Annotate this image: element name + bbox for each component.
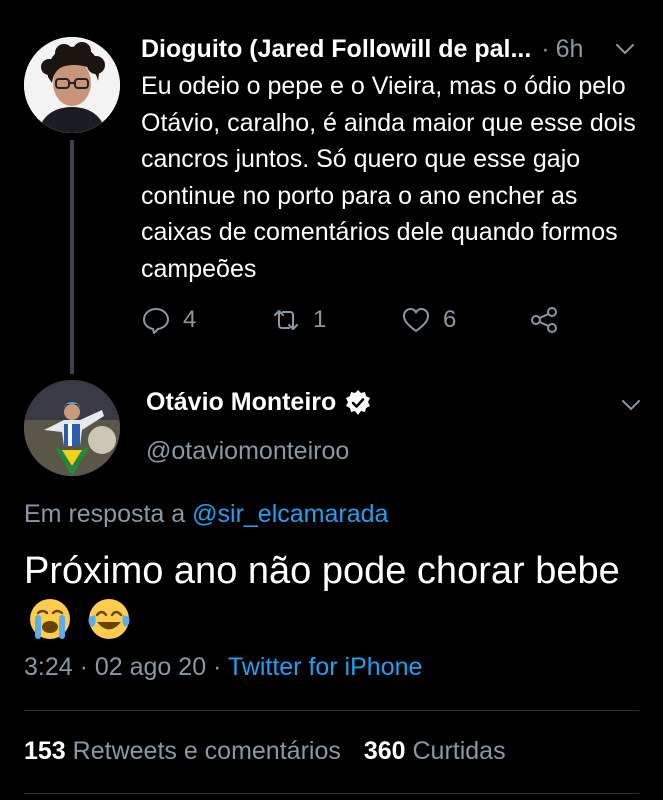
share-button[interactable]: [529, 302, 559, 338]
retweet-icon: [274, 310, 298, 330]
parent-display-name[interactable]: Dioguito (Jared Followill de pal...: [141, 35, 531, 64]
main-tweet-text: Próximo ano não pode chorar bebe: [24, 545, 624, 649]
verified-badge-icon: [344, 389, 372, 417]
tweet-time[interactable]: 3:24 · 02 ago 20 ·: [24, 653, 221, 681]
tweet-meta: 3:24 · 02 ago 20 · Twitter for iPhone: [24, 653, 422, 682]
likes-stat[interactable]: 360 Curtidas: [364, 737, 506, 765]
tweet-stats: 153 Retweets e comentários 360 Curtidas: [24, 737, 506, 766]
retweet-count: 1: [313, 306, 327, 333]
parent-timestamp[interactable]: 6h: [556, 35, 584, 64]
tweet-source[interactable]: Twitter for iPhone: [228, 653, 423, 681]
reply-icon: [143, 308, 169, 334]
divider: [24, 710, 639, 711]
retweets-label: Retweets e comentários: [72, 737, 341, 765]
chevron-down-icon[interactable]: [618, 392, 644, 423]
reply-count: 4: [183, 306, 197, 333]
reply-context: Em resposta a @sir_elcamarada: [24, 500, 388, 529]
author-avatar[interactable]: [24, 380, 120, 476]
divider: [24, 793, 639, 794]
reply-to-link[interactable]: @sir_elcamarada: [192, 500, 388, 528]
likes-label: Curtidas: [412, 737, 506, 765]
chevron-down-icon[interactable]: [612, 36, 638, 67]
tears-of-joy-face-icon: [87, 597, 131, 641]
share-icon: [531, 307, 557, 333]
retweets-count: 153: [24, 737, 66, 765]
reply-prefix: Em resposta a: [24, 500, 186, 528]
author-display-name[interactable]: Otávio Monteiro: [146, 388, 336, 417]
loudly-crying-face-icon: [28, 597, 72, 641]
like-button[interactable]: 6: [401, 302, 456, 338]
parent-tweet-header: Dioguito (Jared Followill de pal... · 6h: [141, 32, 641, 66]
parent-action-bar: 4 1 6: [141, 302, 581, 338]
tweet-text: Próximo ano não pode chorar bebe: [24, 550, 620, 592]
author-name-row: Otávio Monteiro: [146, 388, 372, 417]
retweet-button[interactable]: 1: [271, 302, 326, 338]
like-icon: [403, 308, 429, 332]
reply-button[interactable]: 4: [141, 302, 196, 338]
parent-separator: ·: [541, 34, 550, 63]
parent-avatar[interactable]: [24, 37, 120, 133]
author-handle[interactable]: @otaviomonteiroo: [146, 437, 349, 466]
retweets-stat[interactable]: 153 Retweets e comentários: [24, 737, 348, 765]
parent-tweet-text: Eu odeio o pepe e o Vieira, mas o ódio p…: [141, 72, 636, 283]
like-count: 6: [443, 306, 457, 333]
likes-count: 360: [363, 737, 406, 765]
thread-connector: [70, 140, 74, 374]
